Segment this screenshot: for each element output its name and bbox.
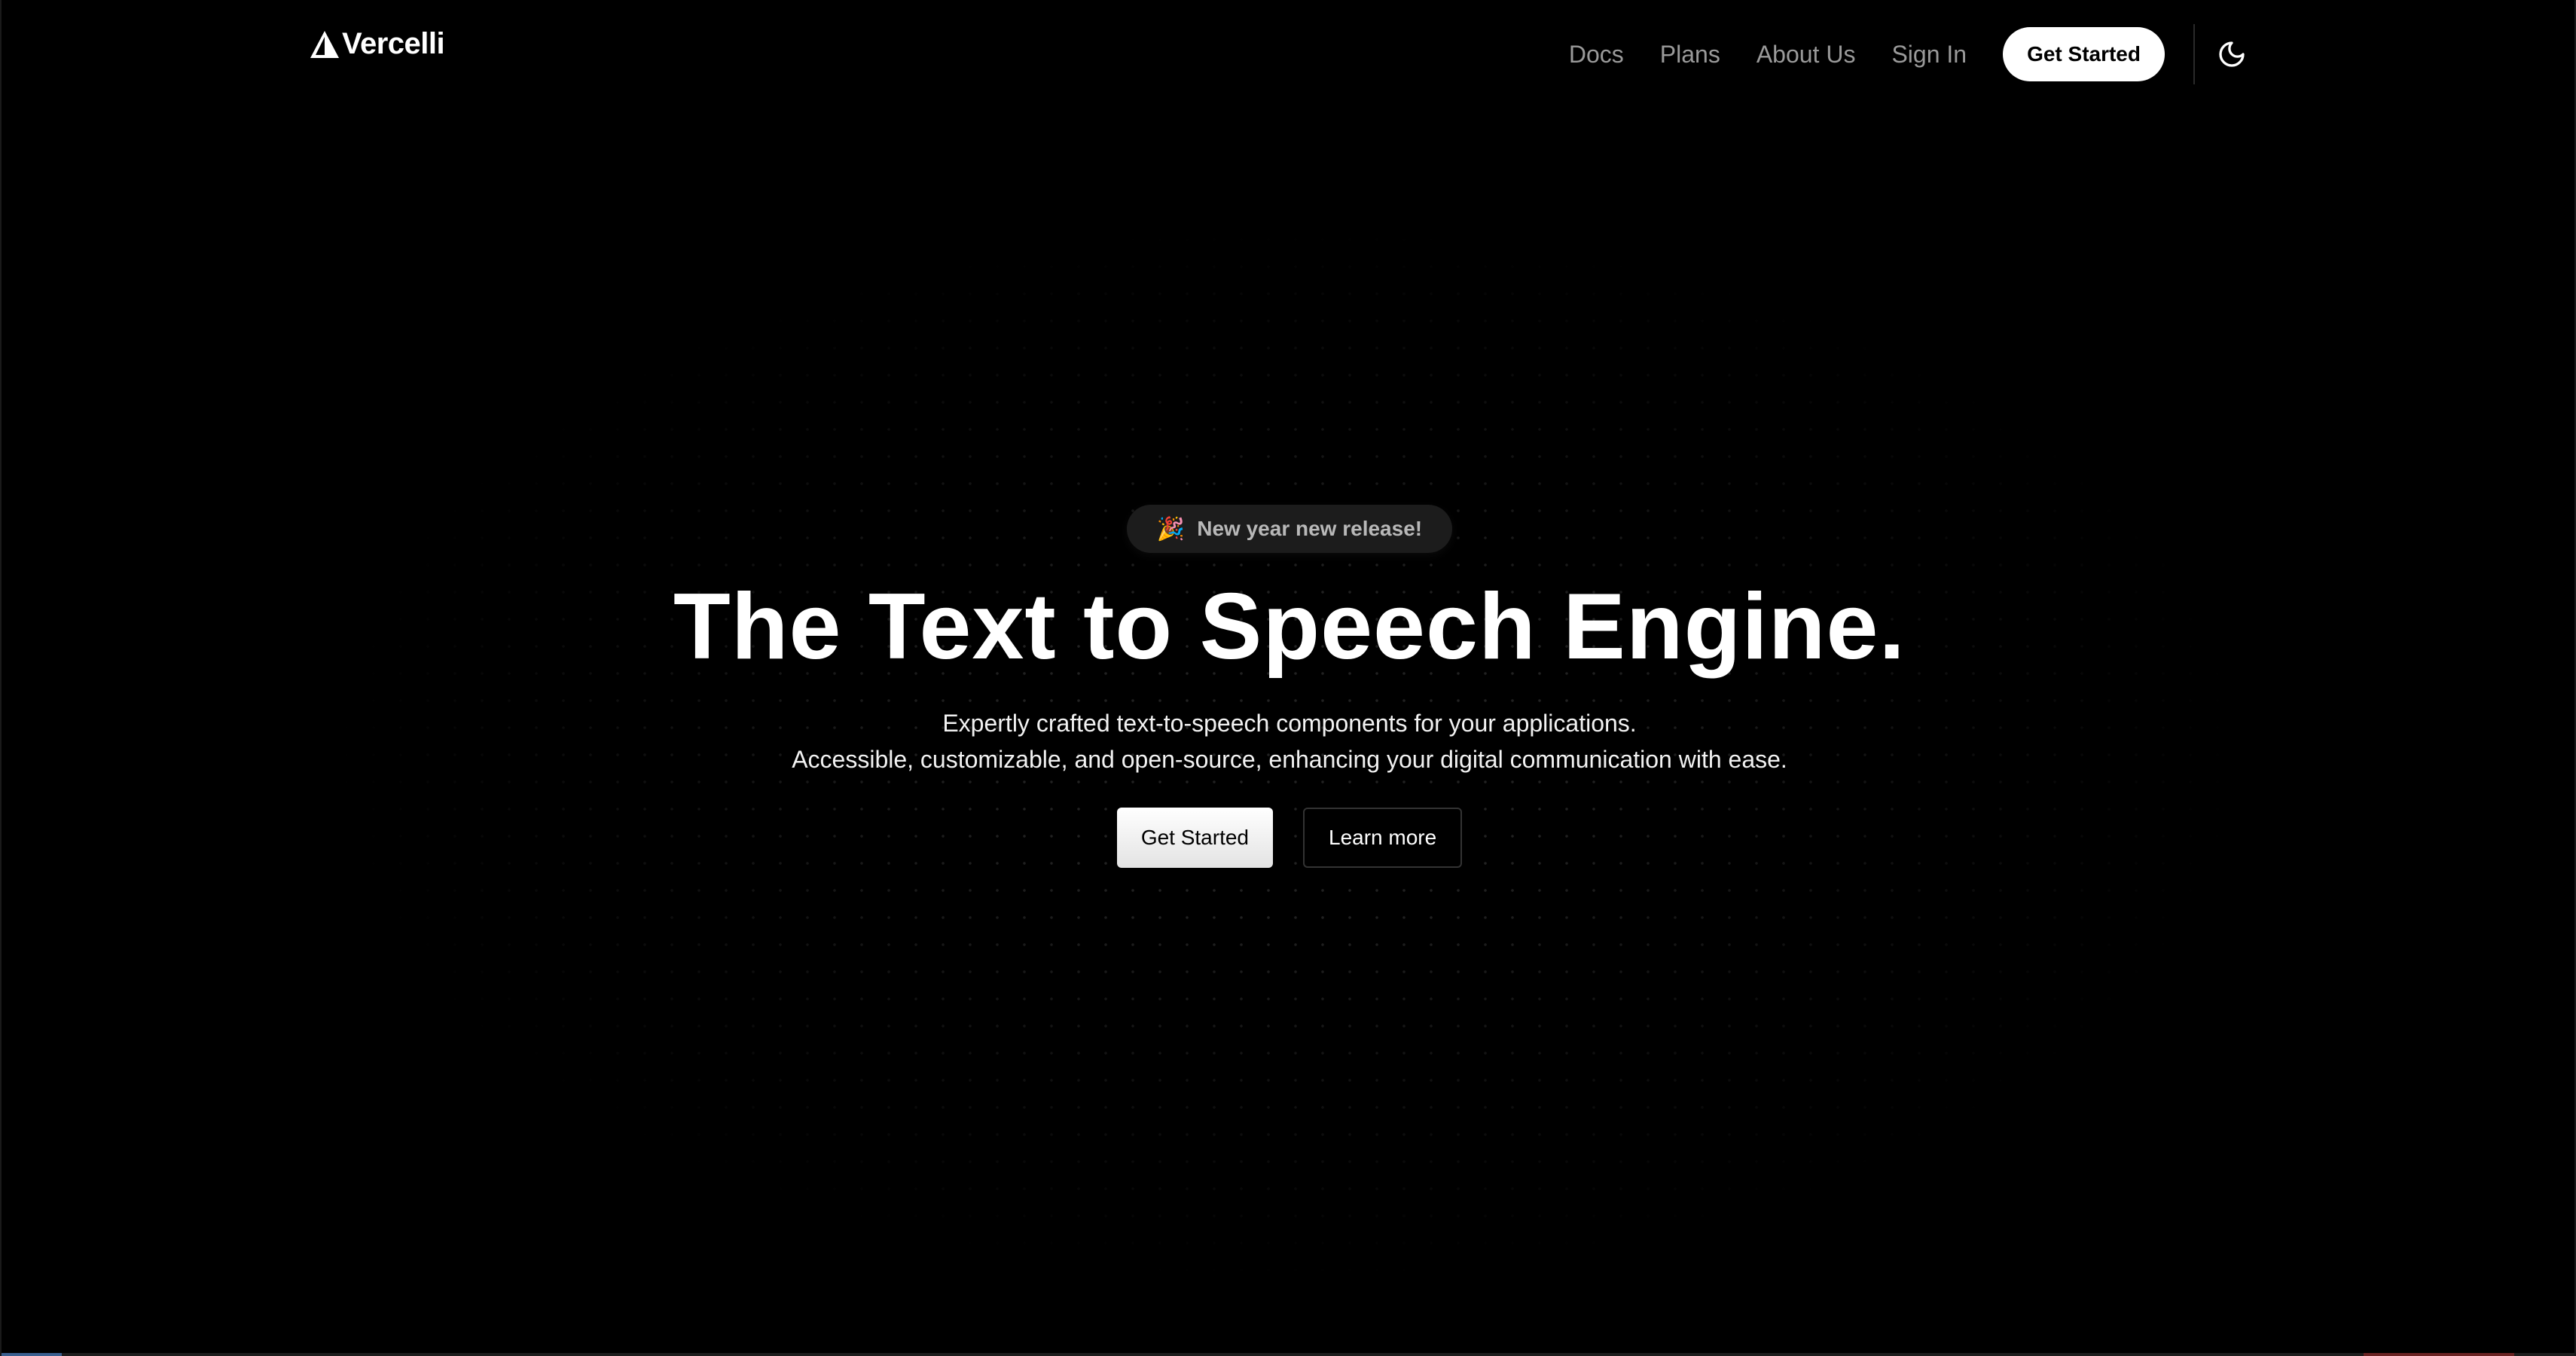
hero-actions: Get Started Learn more bbox=[2, 808, 2574, 869]
hero-subtext-line-2: Accessible, customizable, and open-sourc… bbox=[792, 746, 1787, 774]
nav-link-sign-in[interactable]: Sign In bbox=[1891, 41, 1967, 69]
hero-section: 🎉 New year new release! The Text to Spee… bbox=[2, 505, 2574, 869]
moon-icon bbox=[2219, 41, 2245, 67]
landing-page: Vercelli Docs Plans About Us Sign In Get… bbox=[0, 0, 2576, 1356]
logo-link[interactable]: Vercelli bbox=[309, 27, 445, 61]
hero-subtext-line-1: Expertly crafted text-to-speech componen… bbox=[942, 710, 1637, 738]
bottom-accent-left bbox=[2, 1353, 62, 1356]
nav-link-about-us[interactable]: About Us bbox=[1757, 41, 1856, 69]
bottom-accent-right bbox=[2364, 1353, 2514, 1356]
logo-text: Vercelli bbox=[342, 27, 445, 60]
nav-link-plans[interactable]: Plans bbox=[1660, 41, 1720, 69]
main-nav: Docs Plans About Us Sign In Get Started bbox=[1569, 24, 2251, 84]
theme-toggle-button[interactable] bbox=[2213, 35, 2251, 73]
site-header: Vercelli Docs Plans About Us Sign In Get… bbox=[2, 0, 2574, 113]
release-badge-label: New year new release! bbox=[1197, 517, 1423, 540]
hero-headline: The Text to Speech Engine. bbox=[673, 575, 1906, 679]
release-badge[interactable]: 🎉 New year new release! bbox=[1126, 505, 1453, 553]
triangle-logo-icon bbox=[310, 30, 339, 58]
hero-subtext: Expertly crafted text-to-speech componen… bbox=[2, 705, 2574, 777]
bottom-border bbox=[2, 1353, 2574, 1356]
learn-more-button[interactable]: Learn more bbox=[1303, 808, 1463, 869]
nav-divider bbox=[2193, 24, 2195, 84]
header-get-started-button[interactable]: Get Started bbox=[2003, 27, 2165, 81]
nav-link-docs[interactable]: Docs bbox=[1569, 41, 1624, 69]
party-popper-icon: 🎉 bbox=[1156, 515, 1186, 542]
hero-get-started-button[interactable]: Get Started bbox=[1116, 808, 1273, 869]
